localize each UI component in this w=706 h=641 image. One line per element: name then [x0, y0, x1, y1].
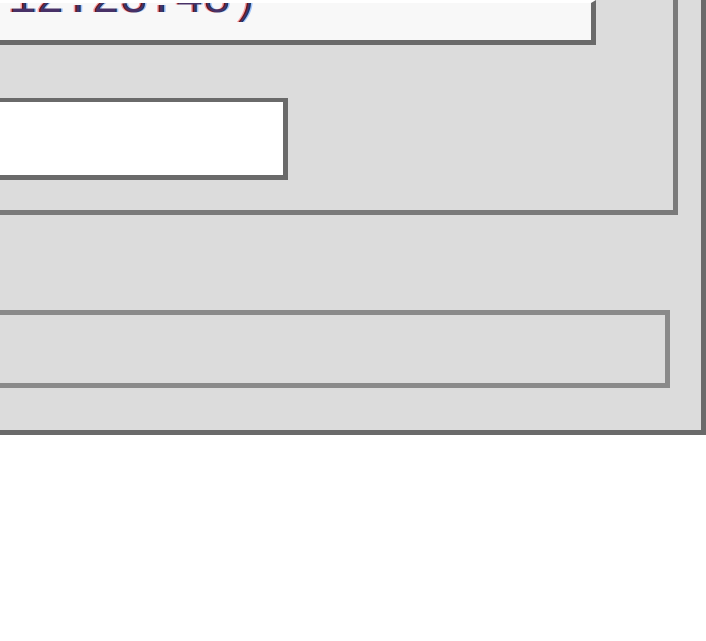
status-bar — [0, 310, 670, 388]
input-field[interactable] — [0, 98, 288, 180]
window-panel: 12:23:48) — [0, 0, 706, 435]
timestamp-text: 12:23:48) — [8, 0, 258, 7]
blank-area — [0, 435, 706, 641]
timestamp-display: 12:23:48) — [0, 0, 596, 45]
inner-groupbox: 12:23:48) — [0, 0, 678, 215]
